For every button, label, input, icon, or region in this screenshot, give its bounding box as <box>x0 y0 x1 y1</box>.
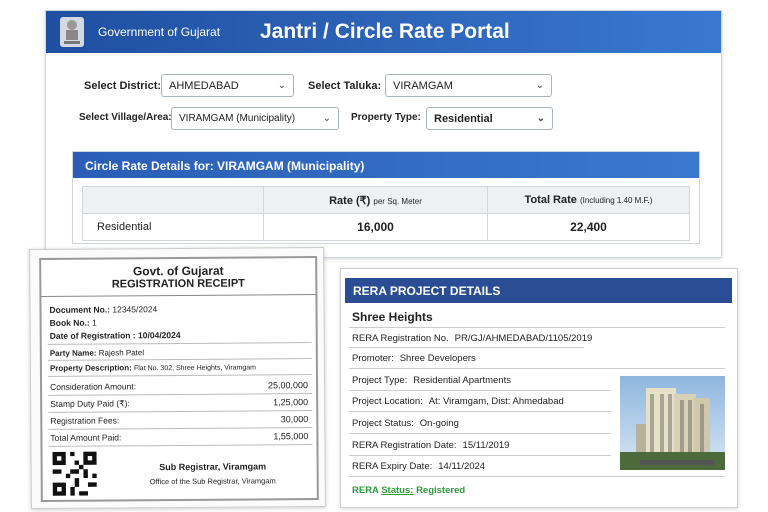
cell-type: Residential <box>82 213 264 241</box>
amount-value: 30,000 <box>280 414 309 425</box>
chevron-down-icon: ⌄ <box>535 80 544 91</box>
property-type-label: Property Type: <box>351 112 421 123</box>
signer-title: Sub Registrar, Viramgam <box>159 461 267 473</box>
registration-date: Date of Registration : 10/04/2024 <box>49 329 181 341</box>
jantri-portal-panel: Government of Gujarat Jantri / Circle Ra… <box>45 10 722 258</box>
registration-receipt: Govt. of Gujarat REGISTRATION RECEIPT Do… <box>29 246 326 510</box>
village-value: VIRAMGAM (Municipality) <box>179 113 296 124</box>
taluka-select[interactable]: VIRAMGAM ⌄ <box>385 74 552 97</box>
amount-label: Stamp Duty Paid (₹): <box>50 398 130 409</box>
table-row: Residential 16,000 22,400 <box>82 213 690 241</box>
party-name: Party Name: Rajesh Patel <box>49 348 145 358</box>
amount-value: 1,55,000 <box>273 431 309 442</box>
property-type-select[interactable]: Residential ⌄ <box>426 107 553 130</box>
property-type-value: Residential <box>434 112 493 125</box>
amount-label: Total Amount Paid: <box>50 432 122 443</box>
project-status: Project Status: On-going <box>352 418 459 429</box>
building-photo <box>620 376 725 470</box>
amount-value: 1,25,000 <box>273 397 309 408</box>
amount-label: Consideration Amount: <box>50 381 137 392</box>
circle-rate-panel: Circle Rate Details for: VIRAMGAM (Munic… <box>72 151 700 244</box>
village-select[interactable]: VIRAMGAM (Municipality) ⌄ <box>171 107 339 130</box>
project-type: Project Type: Residential Apartments <box>352 375 511 386</box>
rera-registration-no: RERA Registration No. PR/GJ/AHMEDABAD/110… <box>352 333 593 344</box>
circle-rate-table: Rate (₹) per Sq. Meter Total Rate (Inclu… <box>82 186 690 241</box>
receipt-inner: Govt. of Gujarat REGISTRATION RECEIPT Do… <box>39 256 319 502</box>
header-blank <box>82 186 264 214</box>
receipt-title: REGISTRATION RECEIPT <box>111 277 245 291</box>
district-select[interactable]: AHMEDABAD ⌄ <box>161 74 294 97</box>
header-rate: Rate (₹) per Sq. Meter <box>263 186 488 214</box>
portal-header: Government of Gujarat Jantri / Circle Ra… <box>46 11 721 53</box>
page-title: Jantri / Circle Rate Portal <box>260 20 510 43</box>
village-label: Select Village/Area: <box>79 112 172 123</box>
rera-status-link[interactable]: Status: <box>381 485 413 496</box>
taluka-value: VIRAMGAM <box>393 79 453 92</box>
cell-rate: 16,000 <box>263 213 488 241</box>
amount-label: Registration Fees: <box>50 415 120 426</box>
document-no: Document No.: 12345/2024 <box>49 304 158 315</box>
circle-rate-title: Circle Rate Details for: VIRAMGAM (Munic… <box>73 152 699 178</box>
book-no: Book No.: 1 <box>49 317 97 328</box>
rera-expiry-date: RERA Expiry Date: 14/11/2024 <box>352 461 486 472</box>
state-emblem-icon <box>60 17 84 47</box>
project-name: Shree Heights <box>352 310 433 324</box>
project-location: Project Location: At: Viramgam, Dist: Ahm… <box>352 396 564 407</box>
district-value: AHMEDABAD <box>169 79 239 92</box>
rera-status: RERA Status: Registered <box>352 485 466 496</box>
amount-value: 25,00,000 <box>267 380 309 391</box>
promoter: Promoter: Shree Developers <box>352 353 476 364</box>
office-name: Office of the Sub Registrar, Viramgam <box>149 476 276 487</box>
rera-registration-date: RERA Registration Date: 15/11/2019 <box>352 440 510 451</box>
chevron-down-icon: ⌄ <box>536 113 545 124</box>
taluka-label: Select Taluka: <box>308 80 382 92</box>
property-description: Property Description: Flat No. 302, Shre… <box>49 363 257 373</box>
chevron-down-icon: ⌄ <box>277 80 286 91</box>
district-label: Select District: <box>84 80 162 92</box>
rera-title: RERA PROJECT DETAILS <box>345 278 732 303</box>
header-total-rate: Total Rate (Including 1.40 M.F.) <box>487 186 690 214</box>
rera-project-panel: RERA PROJECT DETAILS Shree Heights RERA … <box>340 268 738 508</box>
chevron-down-icon: ⌄ <box>322 113 331 124</box>
cell-total: 22,400 <box>487 213 690 241</box>
table-header-row: Rate (₹) per Sq. Meter Total Rate (Inclu… <box>82 186 690 214</box>
org-name: Government of Gujarat <box>98 25 221 39</box>
qr-code-icon <box>52 451 97 496</box>
